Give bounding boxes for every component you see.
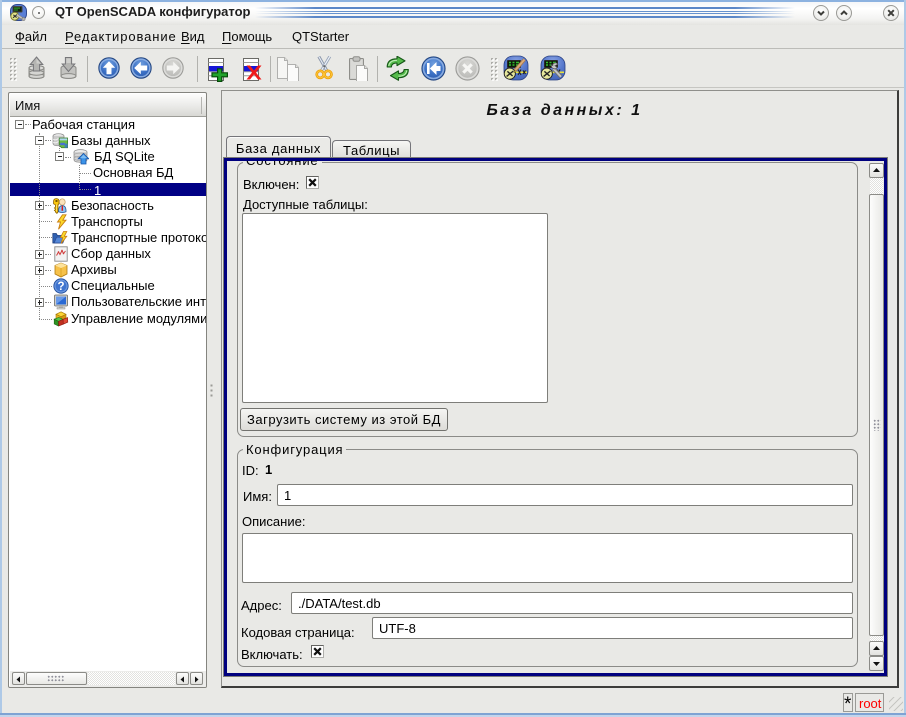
svg-text:?: ?: [57, 281, 64, 293]
